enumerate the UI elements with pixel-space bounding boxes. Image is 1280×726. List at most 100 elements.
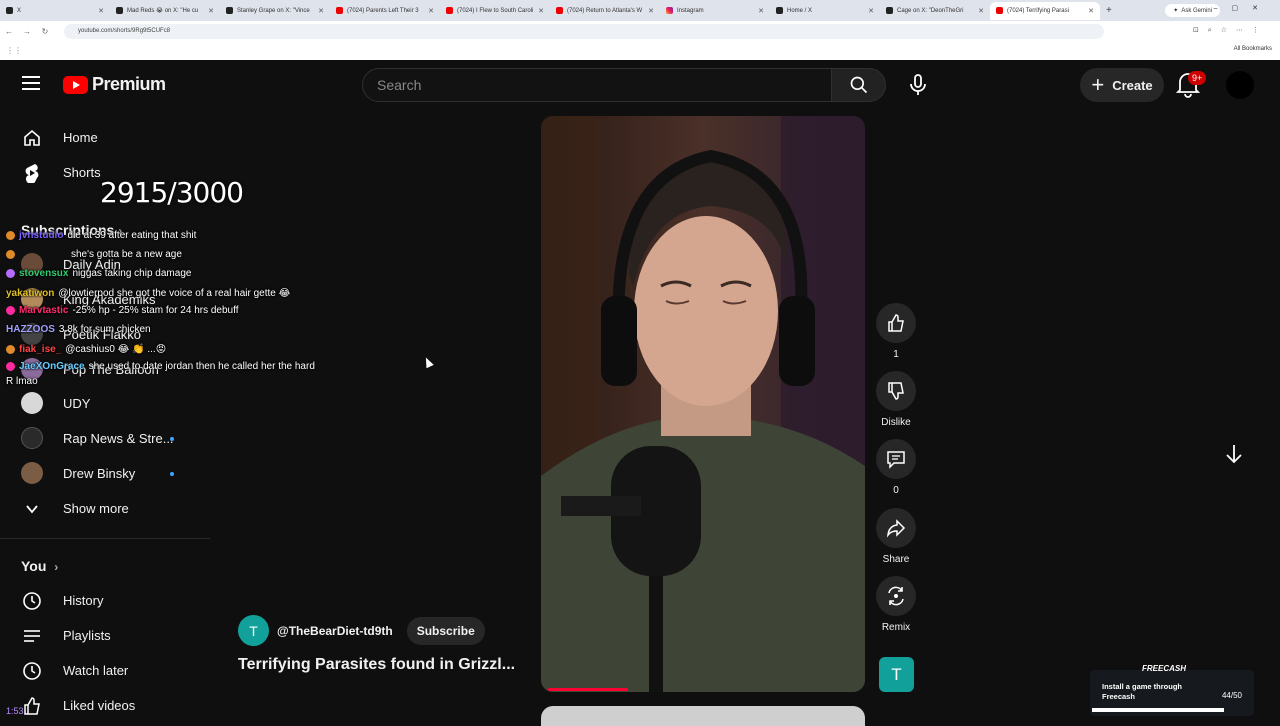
sidebar-divider	[0, 538, 210, 539]
tab-title: Instagram	[677, 7, 704, 14]
instagram-icon	[666, 7, 673, 14]
chat-message: stovensux niggas taking chip damage	[6, 268, 191, 279]
browser-tab[interactable]: Stanley Grape on X: "Vince ✕	[220, 2, 330, 20]
search-icon	[850, 76, 867, 94]
toolbar-icons[interactable]: ⊡⌕☆⋯⋮	[1193, 26, 1268, 35]
next-short-button[interactable]	[1222, 442, 1246, 466]
like-button[interactable]	[876, 303, 916, 343]
url-field[interactable]: youtube.com/shorts/9Rg9t5CUFc8	[64, 24, 1104, 39]
window-controls[interactable]: –▢✕	[1214, 4, 1272, 12]
chat-user: JaeXOnGrace	[19, 361, 85, 372]
browser-tab[interactable]: Home / X ✕	[770, 2, 880, 20]
browser-tab[interactable]: (7024) Parents Left Their 3 ✕	[330, 2, 440, 20]
chat-text: @cashius0 😂 👏 ...😡	[65, 344, 167, 355]
video-title[interactable]: Terrifying Parasites found in Grizzl...	[238, 656, 515, 674]
comments-action[interactable]: 0	[876, 439, 916, 496]
freecash-popup[interactable]: FREECASH Install a game through Freecash…	[1090, 664, 1254, 716]
search-input[interactable]: Search	[362, 68, 832, 102]
browser-tab[interactable]: Instagram ✕	[660, 2, 770, 20]
close-icon[interactable]: ✕	[538, 7, 544, 15]
chat-badge-icon	[6, 306, 15, 315]
browser-tab[interactable]: (7024) Return to Atlanta's W ✕	[550, 2, 660, 20]
forward-icon[interactable]: →	[18, 27, 36, 36]
browser-tab[interactable]: X ✕	[0, 2, 110, 20]
arrow-down-icon	[1226, 445, 1242, 464]
comments-button[interactable]	[876, 439, 916, 479]
sidebar-item-playlists[interactable]: Playlists	[0, 618, 210, 653]
chevron-down-icon	[22, 499, 42, 519]
mouse-cursor	[422, 355, 434, 369]
next-short-preview[interactable]	[541, 706, 865, 726]
show-more-button[interactable]: Show more	[0, 491, 210, 526]
all-bookmarks-link[interactable]: All Bookmarks	[1234, 46, 1272, 52]
channel-avatar[interactable]: T	[238, 615, 269, 646]
channel-name: Rap News & Stre...	[63, 431, 174, 446]
you-header[interactable]: You ›	[21, 558, 58, 574]
channel-avatar	[21, 427, 43, 449]
share-button[interactable]	[876, 508, 916, 548]
close-icon[interactable]: ✕	[758, 7, 764, 15]
tab-title: Mad Reds 😭 on X: "He cu	[127, 8, 199, 14]
youtube-premium-logo[interactable]: Premium	[63, 74, 166, 95]
shorts-icon	[22, 163, 42, 183]
x-icon	[116, 7, 123, 14]
sidebar-item-liked-videos[interactable]: Liked videos	[0, 688, 210, 723]
close-icon[interactable]: ✕	[1088, 7, 1094, 15]
sidebar-item-label: Liked videos	[63, 698, 136, 713]
close-icon[interactable]: ✕	[868, 7, 874, 15]
share-action[interactable]: Share	[876, 508, 916, 565]
new-tab-button[interactable]: +	[1106, 5, 1112, 16]
freecash-count: 44/50	[1221, 691, 1242, 700]
account-avatar[interactable]	[1226, 71, 1254, 99]
voice-search-button[interactable]	[900, 68, 936, 102]
gemini-label: Ask Gemini	[1181, 7, 1212, 14]
subscribe-button[interactable]: Subscribe	[406, 616, 485, 645]
chat-message: jvnstudio die at 39 after eating that shi…	[6, 230, 196, 241]
sidebar-item-history[interactable]: History	[0, 583, 210, 618]
video-frame	[541, 116, 865, 692]
channel-tile[interactable]: T	[879, 657, 914, 692]
ask-gemini-button[interactable]: ✦ Ask Gemini	[1165, 4, 1220, 17]
close-icon[interactable]: ✕	[318, 7, 324, 15]
youtube-play-icon	[63, 75, 88, 94]
back-icon[interactable]: ←	[0, 27, 18, 36]
sidebar-subscription[interactable]: UDY	[0, 386, 210, 421]
close-icon[interactable]: ✕	[428, 7, 434, 15]
short-video-player[interactable]	[541, 116, 865, 692]
close-icon[interactable]: ✕	[98, 7, 104, 15]
browser-tab[interactable]: Cage on X: "DeonTheGri ✕	[880, 2, 990, 20]
chat-user: yakatiwon	[6, 288, 55, 299]
playback-progress-bar[interactable]	[548, 688, 628, 691]
freecash-progress	[1092, 708, 1224, 712]
browser-tab[interactable]: Mad Reds 😭 on X: "He cu ✕	[110, 2, 220, 20]
search-button[interactable]	[831, 68, 886, 102]
apps-icon[interactable]: ⋮⋮	[6, 46, 22, 55]
freecash-message: Install a game through Freecash	[1102, 682, 1183, 701]
create-button[interactable]: + Create	[1080, 68, 1164, 102]
browser-tab[interactable]: (7024) I Flew to South Caroli ✕	[440, 2, 550, 20]
sidebar-subscription[interactable]: Rap News & Stre...	[0, 421, 210, 456]
sidebar-subscription[interactable]: Drew Binsky	[0, 456, 210, 491]
chat-message: fiak_ise_ @cashius0 😂 👏 ...😡	[6, 344, 166, 355]
remix-icon	[888, 586, 904, 606]
menu-icon[interactable]	[22, 76, 40, 90]
reload-icon[interactable]: ↻	[36, 27, 54, 36]
sidebar-item-home[interactable]: Home	[0, 120, 210, 155]
thumbs-down-icon	[888, 382, 904, 400]
address-bar-row: ← → ↻ youtube.com/shorts/9Rg9t5CUFc8 ⊡⌕☆…	[0, 21, 1280, 42]
remix-action[interactable]: Remix	[876, 576, 916, 633]
close-icon[interactable]: ✕	[208, 7, 214, 15]
chat-user: HAZZOOS	[6, 324, 55, 335]
like-action[interactable]: 1	[876, 303, 916, 360]
chat-badge-icon	[6, 362, 15, 371]
close-icon[interactable]: ✕	[978, 7, 984, 15]
close-icon[interactable]: ✕	[648, 7, 654, 15]
browser-tab-active[interactable]: (7024) Terrifying Parasi ✕	[990, 1, 1100, 20]
dislike-action[interactable]: Dislike	[876, 371, 916, 428]
remix-button[interactable]	[876, 576, 916, 616]
channel-name[interactable]: @TheBearDiet-td9th	[277, 624, 393, 638]
chat-message: she's gotta be a new age	[6, 249, 182, 260]
dislike-button[interactable]	[876, 371, 916, 411]
sidebar-item-watch-later[interactable]: Watch later	[0, 653, 210, 688]
chat-badge-icon	[6, 345, 15, 354]
